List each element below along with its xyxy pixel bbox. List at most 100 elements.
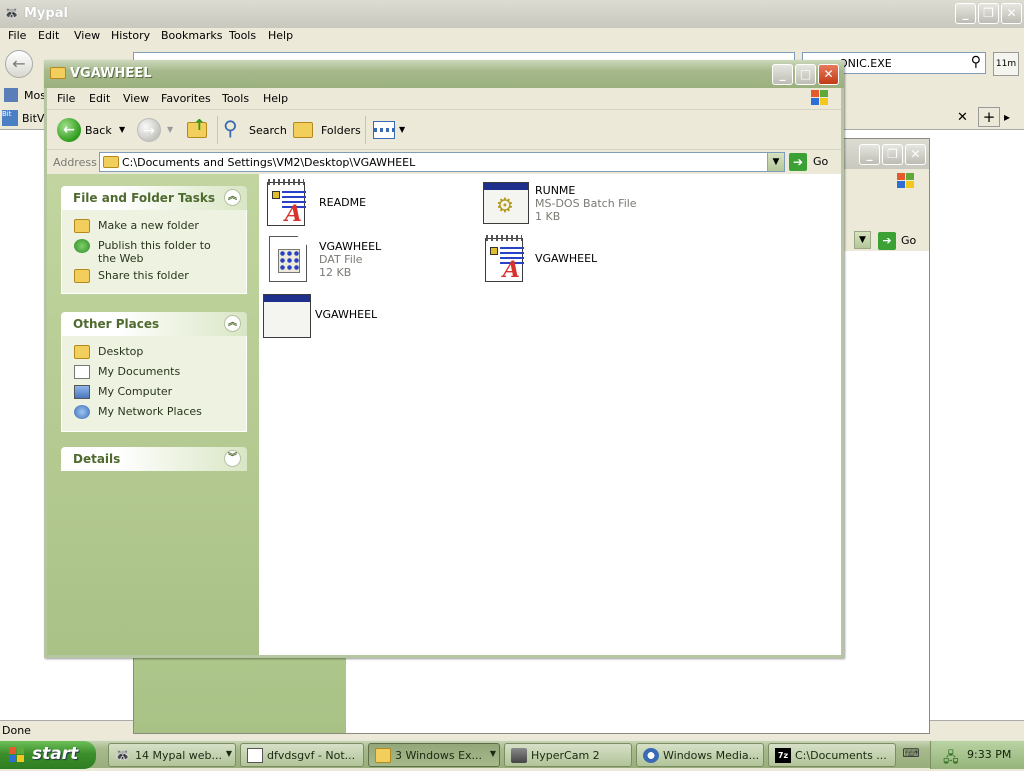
windows-logo-icon — [897, 173, 917, 191]
start-button[interactable]: start — [0, 741, 96, 769]
bg-address-dropdown[interactable]: ▼ — [854, 231, 871, 249]
file-size: 12 KB — [319, 266, 352, 279]
close-tab-icon[interactable]: ✕ — [957, 110, 968, 125]
browser-extension-badge[interactable]: 11m — [993, 52, 1019, 76]
collapse-chevron-icon[interactable]: ︽ — [224, 315, 241, 332]
folders-button[interactable]: Folders — [293, 118, 361, 142]
browser-close-button[interactable]: ✕ — [1001, 3, 1022, 24]
back-dropdown-icon[interactable]: ▼ — [119, 125, 125, 134]
file-name: README — [319, 196, 367, 209]
explorer-menu-view[interactable]: View — [123, 92, 149, 105]
browser-search-value: ONIC.EXE — [839, 57, 892, 70]
browser-back-button[interactable]: ← — [5, 50, 33, 78]
notepad-icon — [247, 748, 263, 763]
explorer-menu-help[interactable]: Help — [263, 92, 288, 105]
browser-minimize-button[interactable]: _ — [955, 3, 976, 24]
back-button[interactable]: ← Back ▼ — [57, 118, 127, 142]
explorer-menu-favorites[interactable]: Favorites — [161, 92, 211, 105]
text-document-icon: A — [267, 179, 306, 227]
hypercam-icon — [511, 748, 527, 763]
forward-button[interactable]: → ▼ — [137, 118, 177, 142]
explorer-window[interactable]: VGAWHEEL _ □ ✕ File Edit View Favorites … — [44, 60, 844, 658]
explorer-titlebar[interactable]: VGAWHEEL _ □ ✕ — [44, 60, 844, 88]
file-list: A README ⚙ RUNME MS-DOS Batch File 1 KB … — [259, 174, 841, 655]
views-button[interactable]: ▼ — [373, 118, 409, 142]
place-my-computer[interactable]: My Computer — [74, 384, 242, 400]
toolbar-separator — [365, 116, 366, 144]
file-item[interactable]: A README — [267, 179, 467, 230]
go-arrow-icon: ➔ — [789, 153, 807, 171]
new-folder-icon — [74, 219, 90, 233]
search-label: Search — [249, 124, 287, 137]
place-my-documents[interactable]: My Documents — [74, 364, 242, 380]
taskbar-item-mypal[interactable]: 🦝 14 Mypal web... ▼ — [108, 743, 236, 767]
browser-menu-history[interactable]: History — [111, 29, 150, 42]
explorer-menu-edit[interactable]: Edit — [89, 92, 110, 105]
browser-menu-bookmarks[interactable]: Bookmarks — [161, 29, 222, 42]
keyboard-icon[interactable]: ⌨ — [900, 746, 922, 764]
new-tab-button[interactable]: + — [978, 107, 1000, 127]
task-make-new-folder[interactable]: Make a new folder — [74, 218, 242, 234]
file-item[interactable]: ⚙ RUNME MS-DOS Batch File 1 KB — [483, 180, 683, 230]
file-item[interactable]: A VGAWHEEL — [483, 235, 683, 286]
task-publish-to-web[interactable]: Publish this folder to the Web — [74, 238, 242, 266]
expand-chevron-icon[interactable]: ︾ — [224, 450, 241, 467]
search-button[interactable]: ⚲ Search — [223, 116, 287, 142]
place-desktop[interactable]: Desktop — [74, 344, 242, 360]
address-dropdown-icon[interactable]: ▼ — [767, 153, 784, 171]
place-my-network-places[interactable]: My Network Places — [74, 404, 242, 420]
explorer-close-button[interactable]: ✕ — [818, 64, 839, 85]
document-image-block — [272, 191, 280, 199]
browser-maximize-button[interactable]: ❐ — [978, 3, 999, 24]
other-places-header[interactable]: Other Places ︽ — [61, 312, 247, 336]
back-label: Back — [85, 124, 112, 137]
task-share-folder[interactable]: Share this folder — [74, 268, 242, 284]
task-label: C:\Documents ... — [795, 749, 887, 762]
clock[interactable]: 9:33 PM — [967, 748, 1011, 761]
file-type: DAT File — [319, 253, 363, 266]
taskbar-item-windows-media[interactable]: Windows Media... — [636, 743, 764, 767]
tab-list-chevron-icon[interactable]: ▸ — [1004, 110, 1010, 124]
browser-menu-edit[interactable]: Edit — [38, 29, 59, 42]
other-places-body: Desktop My Documents My Computer My Netw… — [61, 336, 247, 432]
taskbar: start 🦝 14 Mypal web... ▼ dfvdsgvf - Not… — [0, 740, 1024, 769]
browser-menu-tools[interactable]: Tools — [229, 29, 256, 42]
browser-menu-file[interactable]: File — [8, 29, 26, 42]
magnifier-icon: ⚲ — [223, 116, 238, 140]
task-label: Make a new folder — [98, 219, 199, 232]
bg-minimize-button[interactable]: _ — [859, 144, 880, 165]
7zip-icon: 7z — [775, 748, 791, 763]
task-label: Publish this folder to the Web — [98, 239, 211, 265]
windows-flag-icon — [9, 747, 25, 763]
collapse-chevron-icon[interactable]: ︽ — [224, 189, 241, 206]
go-arrow-icon[interactable]: ➔ — [878, 232, 896, 250]
file-name: VGAWHEEL — [535, 252, 598, 265]
file-item[interactable]: VGAWHEEL DAT File 12 KB — [267, 236, 467, 286]
explorer-menu-file[interactable]: File — [57, 92, 75, 105]
taskbar-item-hypercam[interactable]: HyperCam 2 — [504, 743, 632, 767]
bg-close-button[interactable]: ✕ — [905, 144, 926, 165]
explorer-minimize-button[interactable]: _ — [772, 64, 793, 85]
file-size: 1 KB — [535, 210, 561, 223]
browser-menu-view[interactable]: View — [74, 29, 100, 42]
taskbar-item-windows-explorer[interactable]: 3 Windows Ex... ▼ — [368, 743, 500, 767]
taskbar-item-notepad[interactable]: dfvdsgvf - Not... — [240, 743, 364, 767]
address-input[interactable]: C:\Documents and Settings\VM2\Desktop\VG… — [99, 152, 785, 172]
network-tray-icon[interactable]: 🖧 — [943, 747, 959, 766]
browser-menu-help[interactable]: Help — [268, 29, 293, 42]
bg-maximize-button[interactable]: ❐ — [882, 144, 903, 165]
explorer-menu-tools[interactable]: Tools — [222, 92, 249, 105]
bg-go-label[interactable]: Go — [901, 234, 916, 247]
details-header[interactable]: Details ︾ — [61, 447, 247, 471]
folders-label: Folders — [321, 124, 361, 137]
go-button[interactable]: ➔ Go — [789, 152, 835, 172]
file-item[interactable]: VGAWHEEL — [263, 294, 463, 340]
up-folder-button[interactable]: ↑ — [187, 116, 213, 142]
application-icon — [263, 294, 311, 338]
explorer-maximize-button[interactable]: □ — [795, 64, 816, 85]
forward-dropdown-icon[interactable]: ▼ — [167, 125, 173, 134]
taskbar-item-7zip[interactable]: 7z C:\Documents ... — [768, 743, 896, 767]
desktop-folder-icon — [74, 345, 90, 359]
file-folder-tasks-header[interactable]: File and Folder Tasks ︽ — [61, 186, 247, 210]
search-icon[interactable]: ⚲ — [971, 54, 981, 70]
